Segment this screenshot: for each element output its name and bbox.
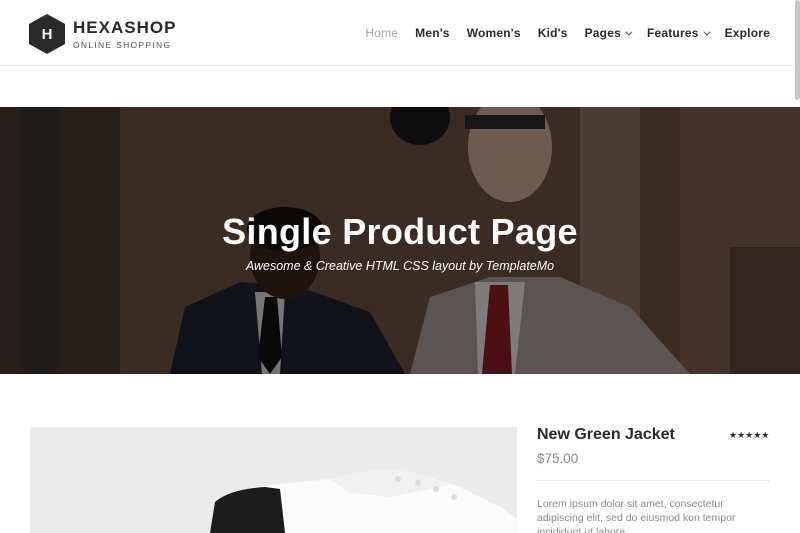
logo-text: HEXASHOP ONLINE SHOPPING: [73, 17, 177, 50]
nav-label: Women's: [466, 26, 521, 40]
logo-hexagon-icon: H: [29, 14, 65, 54]
chevron-down-icon: [702, 28, 711, 36]
nav-item-mens[interactable]: Men's: [415, 25, 450, 41]
nav-item-pages[interactable]: Pages: [584, 25, 633, 41]
brand-name: HEXASHOP: [73, 17, 177, 37]
nav-label: Home: [365, 26, 399, 40]
logo-letter: H: [41, 25, 53, 43]
product-name: New Green Jacket: [537, 426, 675, 443]
nav-label: Pages: [584, 26, 621, 40]
hero-banner: Single Product Page Awesome & Creative H…: [0, 107, 800, 374]
product-description: Lorem ipsum dolor sit amet, consectetur …: [537, 498, 736, 533]
nav-label: Kid's: [537, 26, 568, 40]
main-nav: Home Men's Women's Kid's Pages Features …: [348, 25, 770, 41]
nav-item-kids[interactable]: Kid's: [538, 25, 568, 41]
product-image: [30, 427, 517, 533]
site-logo[interactable]: H HEXASHOP ONLINE SHOPPING: [29, 14, 176, 54]
brand-tagline: ONLINE SHOPPING: [73, 39, 172, 50]
product-price: $75.00: [537, 451, 579, 466]
nav-label: Men's: [415, 26, 450, 40]
chevron-down-icon: [625, 28, 633, 36]
divider: [537, 480, 770, 481]
page-scrollbar[interactable]: [795, 0, 800, 100]
nav-item-features[interactable]: Features: [646, 25, 711, 41]
nav-label: Explore: [724, 26, 770, 40]
nav-item-home[interactable]: Home: [365, 25, 398, 41]
nav-label: Features: [646, 26, 699, 40]
hero-subtitle: Awesome & Creative HTML CSS layout by Te…: [245, 259, 555, 273]
nav-item-womens[interactable]: Women's: [467, 25, 521, 41]
shoe-image: [30, 427, 517, 533]
hero-title: Single Product Page: [222, 211, 578, 252]
nav-item-explore[interactable]: Explore: [725, 25, 770, 41]
star-rating: ★★★★★: [729, 430, 770, 440]
site-header: H HEXASHOP ONLINE SHOPPING Home Men's Wo…: [0, 0, 800, 66]
